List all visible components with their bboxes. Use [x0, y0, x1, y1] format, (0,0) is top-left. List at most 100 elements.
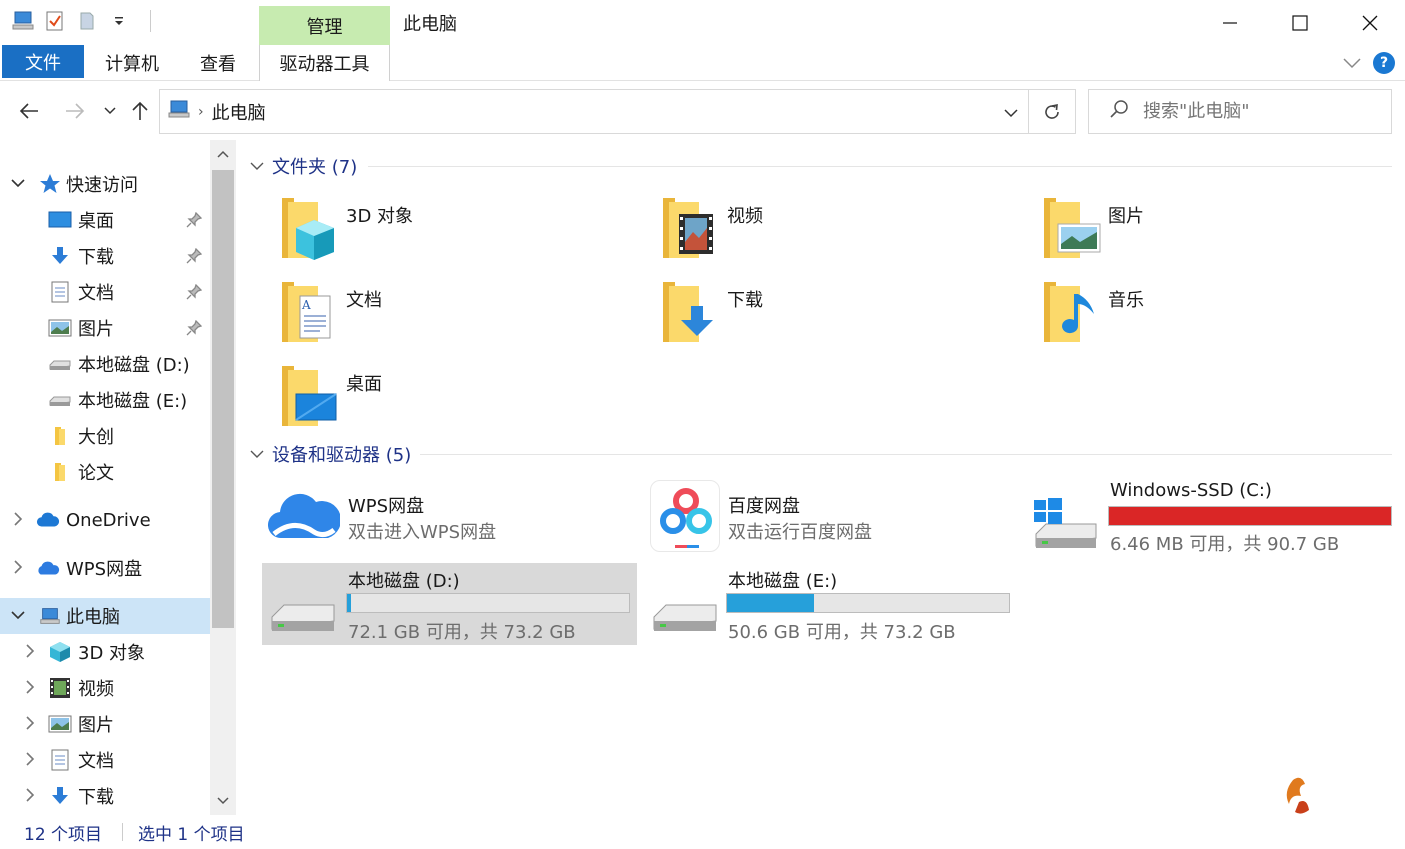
device-tile-wps[interactable]: WPS网盘 双击进入WPS网盘: [262, 480, 636, 562]
chevron-right-icon: [14, 560, 23, 574]
sidebar-item-label: 论文: [78, 463, 114, 484]
minimize-button[interactable]: [1195, 0, 1265, 45]
breadcrumb-this-pc[interactable]: 此电脑: [212, 99, 266, 125]
chevron-down-icon: [250, 162, 264, 170]
sidebar-item-pictures[interactable]: 图片: [0, 310, 210, 346]
status-divider: [122, 823, 123, 841]
drive-e-usage-fill: [727, 594, 814, 612]
forward-arrow-icon[interactable]: [60, 96, 90, 126]
group-header-folders[interactable]: 文件夹 (7): [250, 151, 357, 181]
sidebar-scrollbar[interactable]: [210, 140, 236, 815]
sidebar-item-label: 图片: [78, 319, 114, 340]
sidebar-item-videos[interactable]: 视频: [0, 670, 210, 706]
address-dropdown-icon[interactable]: [1004, 102, 1018, 123]
device-tile-drive-e[interactable]: 本地磁盘 (E:) 50.6 GB 可用，共 73.2 GB: [648, 563, 1023, 645]
chevron-down-icon: [250, 450, 264, 458]
group-header-devices[interactable]: 设备和驱动器 (5): [250, 439, 411, 469]
expand-ribbon-icon[interactable]: [1343, 53, 1361, 74]
folder-tile-3d-objects[interactable]: 3D 对象: [278, 192, 618, 264]
device-subtitle: 50.6 GB 可用，共 73.2 GB: [728, 622, 956, 643]
picture-icon: [48, 316, 72, 340]
drive-d-usage-fill: [347, 594, 351, 612]
tab-view[interactable]: 查看: [186, 45, 250, 80]
folder-name: 图片: [1108, 206, 1144, 227]
refresh-button[interactable]: [1029, 89, 1076, 134]
recent-locations-icon[interactable]: [95, 96, 125, 126]
computer-icon[interactable]: [10, 8, 36, 34]
folder-videos-icon: [663, 198, 713, 258]
device-subtitle: 双击进入WPS网盘: [348, 522, 497, 543]
search-box[interactable]: [1088, 89, 1392, 134]
help-icon[interactable]: ?: [1373, 52, 1395, 74]
search-input[interactable]: [1143, 101, 1373, 122]
device-name: Windows-SSD (C:): [1110, 480, 1272, 501]
hard-drive-icon: [48, 388, 72, 412]
device-tile-drive-d[interactable]: 本地磁盘 (D:) 72.1 GB 可用，共 73.2 GB: [262, 563, 637, 645]
window-controls: [1195, 0, 1405, 45]
navigation-pane: 快速访问 桌面 下载 文档 图片 本地磁盘 (D:) 本地磁盘 (E:) 大创 …: [0, 140, 236, 815]
device-tile-drive-c[interactable]: Windows-SSD (C:) 6.46 MB 可用，共 90.7 GB: [1030, 476, 1394, 558]
sidebar-item-pc-documents[interactable]: 文档: [0, 742, 210, 778]
hard-drive-icon: [653, 604, 717, 631]
download-arrow-icon: [48, 244, 72, 268]
folder-name: 视频: [727, 206, 763, 227]
back-arrow-icon[interactable]: [14, 96, 44, 126]
chevron-right-icon: [26, 644, 35, 658]
window-title: 此电脑: [403, 14, 457, 35]
sidebar-item-3d-objects[interactable]: 3D 对象: [0, 634, 210, 670]
up-arrow-icon[interactable]: [125, 96, 155, 126]
sidebar-item-thesis[interactable]: 论文: [0, 454, 210, 490]
sidebar-item-pc-downloads[interactable]: 下载: [0, 778, 210, 814]
sidebar-item-desktop[interactable]: 桌面: [0, 202, 210, 238]
scrollbar-thumb[interactable]: [212, 170, 234, 628]
group-header-label: 设备和驱动器 (5): [272, 445, 412, 466]
maximize-button[interactable]: [1265, 0, 1335, 45]
sidebar-item-this-pc[interactable]: 此电脑: [0, 598, 210, 634]
sidebar-item-label: 文档: [78, 283, 114, 304]
sidebar-item-wps[interactable]: WPS网盘: [0, 550, 210, 586]
sidebar-item-onedrive[interactable]: OneDrive: [0, 502, 210, 538]
pin-icon: [186, 212, 202, 228]
toolbar-divider: [150, 10, 151, 32]
sidebar-item-quick-access[interactable]: 快速访问: [0, 166, 210, 202]
address-bar[interactable]: › 此电脑: [159, 89, 1029, 134]
sidebar-item-drive-d[interactable]: 本地磁盘 (D:): [0, 346, 210, 382]
tab-computer[interactable]: 计算机: [90, 45, 174, 80]
folder-icon: [48, 460, 72, 484]
pin-icon: [186, 284, 202, 300]
folder-tile-pictures[interactable]: 图片: [1040, 192, 1380, 264]
device-name: 百度网盘: [728, 496, 800, 517]
chevron-right-icon: [26, 716, 35, 730]
computer-icon: [38, 604, 62, 628]
device-subtitle: 72.1 GB 可用，共 73.2 GB: [348, 622, 576, 643]
navigation-bar: › 此电脑: [0, 82, 1405, 140]
customize-dropdown-icon[interactable]: [106, 8, 132, 34]
sidebar-item-label: WPS网盘: [66, 559, 143, 580]
folder-tile-documents[interactable]: A 文档: [278, 276, 618, 348]
tab-file[interactable]: 文件: [2, 45, 84, 78]
sidebar-item-dachuang[interactable]: 大创: [0, 418, 210, 454]
device-tile-baidu[interactable]: 百度网盘 双击运行百度网盘: [648, 480, 1022, 562]
scroll-down-icon[interactable]: [210, 787, 236, 815]
sidebar-item-label: 快速访问: [66, 175, 138, 196]
folder-tile-videos[interactable]: 视频: [659, 192, 999, 264]
properties-icon[interactable]: [42, 8, 68, 34]
star-icon: [38, 172, 62, 196]
search-icon: [1109, 99, 1129, 124]
sidebar-item-drive-e[interactable]: 本地磁盘 (E:): [0, 382, 210, 418]
sidebar-item-pc-pictures[interactable]: 图片: [0, 706, 210, 742]
new-folder-icon[interactable]: [74, 8, 100, 34]
close-button[interactable]: [1335, 0, 1405, 45]
tab-manage[interactable]: 管理: [259, 6, 390, 45]
scroll-up-icon[interactable]: [210, 140, 236, 168]
breadcrumb-chevron-icon[interactable]: ›: [198, 104, 204, 120]
folder-tile-music[interactable]: 音乐: [1040, 276, 1380, 348]
sidebar-item-label: 3D 对象: [78, 643, 146, 664]
folder-tile-downloads[interactable]: 下载: [659, 276, 999, 348]
folder-documents-icon: A: [282, 282, 331, 342]
sidebar-item-downloads[interactable]: 下载: [0, 238, 210, 274]
folder-tile-desktop[interactable]: 桌面: [278, 360, 618, 432]
sidebar-item-documents[interactable]: 文档: [0, 274, 210, 310]
desktop-icon: [48, 208, 72, 232]
tab-drive-tools[interactable]: 驱动器工具: [259, 45, 390, 81]
